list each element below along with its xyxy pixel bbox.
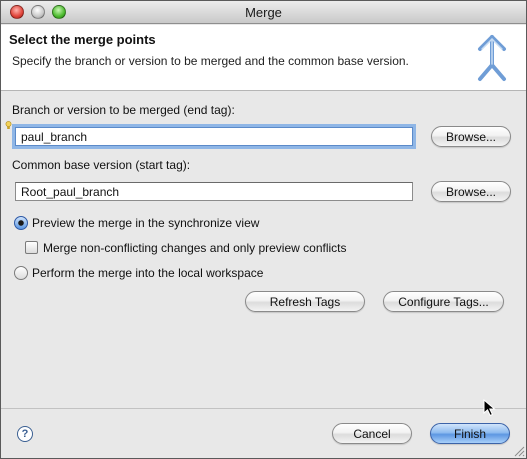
- banner-title: Select the merge points: [9, 32, 156, 47]
- perform-merge-label[interactable]: Perform the merge into the local workspa…: [32, 266, 263, 280]
- end-tag-label: Branch or version to be merged (end tag)…: [12, 103, 235, 117]
- merge-arrows-icon: [478, 35, 506, 81]
- cancel-button[interactable]: Cancel: [332, 423, 412, 444]
- header-banner: Select the merge points Specify the bran…: [1, 25, 526, 91]
- resize-grip-icon[interactable]: [513, 445, 525, 457]
- non-conflicting-checkbox[interactable]: [25, 241, 38, 254]
- refresh-tags-button[interactable]: Refresh Tags: [245, 291, 365, 312]
- banner-description: Specify the branch or version to be merg…: [12, 54, 409, 68]
- preview-merge-radio[interactable]: [14, 216, 28, 230]
- non-conflicting-label[interactable]: Merge non-conflicting changes and only p…: [43, 241, 347, 255]
- start-tag-browse-button[interactable]: Browse...: [431, 181, 511, 202]
- help-icon[interactable]: ?: [17, 426, 33, 442]
- footer-divider: [1, 408, 526, 409]
- finish-button[interactable]: Finish: [430, 423, 510, 444]
- mouse-cursor-icon: [483, 399, 496, 417]
- configure-tags-button[interactable]: Configure Tags...: [383, 291, 504, 312]
- start-tag-label: Common base version (start tag):: [12, 158, 191, 172]
- end-tag-browse-button[interactable]: Browse...: [431, 126, 511, 147]
- perform-merge-radio[interactable]: [14, 266, 28, 280]
- start-tag-input[interactable]: [15, 182, 413, 201]
- window-title: Merge: [245, 5, 282, 20]
- title-bar[interactable]: Merge: [1, 1, 526, 24]
- preview-merge-label[interactable]: Preview the merge in the synchronize vie…: [32, 216, 259, 230]
- lightbulb-icon: [5, 121, 12, 129]
- merge-dialog: Merge Select the merge points Specify th…: [0, 0, 527, 459]
- end-tag-input[interactable]: [15, 127, 413, 146]
